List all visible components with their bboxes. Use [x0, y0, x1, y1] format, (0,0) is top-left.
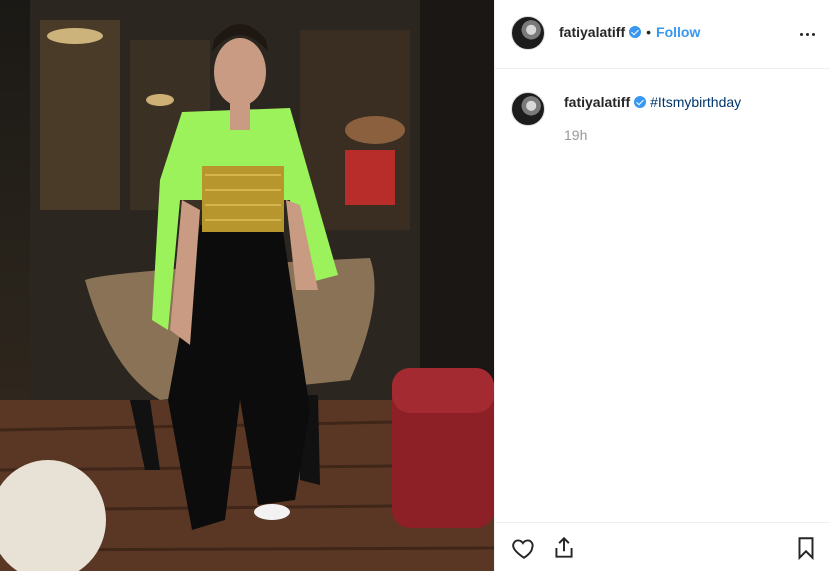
bookmark-icon[interactable]: [793, 535, 819, 561]
caption-line: fatiyalatiff #Itsmybirthday: [564, 94, 741, 110]
separator-dot: •: [646, 24, 652, 40]
heart-icon[interactable]: [511, 535, 537, 561]
post-photo[interactable]: [0, 0, 494, 571]
caption-hashtag[interactable]: #Itsmybirthday: [650, 94, 741, 110]
caption-avatar[interactable]: [511, 92, 545, 126]
post-header: fatiyalatiff • Follow: [495, 0, 830, 69]
photo-illustration: [0, 0, 494, 571]
author-username[interactable]: fatiyalatiff: [559, 24, 625, 40]
caption-verified-badge-icon: [634, 96, 647, 108]
post-actions-bar: [495, 522, 830, 572]
share-icon[interactable]: [551, 535, 577, 561]
header-user-info: fatiyalatiff • Follow: [559, 24, 700, 40]
more-options-icon[interactable]: [795, 22, 819, 46]
post-detail-panel: fatiyalatiff • Follow fatiyalatiff #Itsm…: [494, 0, 830, 571]
post-timestamp[interactable]: 19h: [564, 127, 587, 143]
caption-username[interactable]: fatiyalatiff: [564, 94, 630, 110]
follow-button[interactable]: Follow: [656, 24, 700, 40]
verified-badge-icon: [629, 26, 642, 38]
author-avatar[interactable]: [511, 16, 545, 50]
